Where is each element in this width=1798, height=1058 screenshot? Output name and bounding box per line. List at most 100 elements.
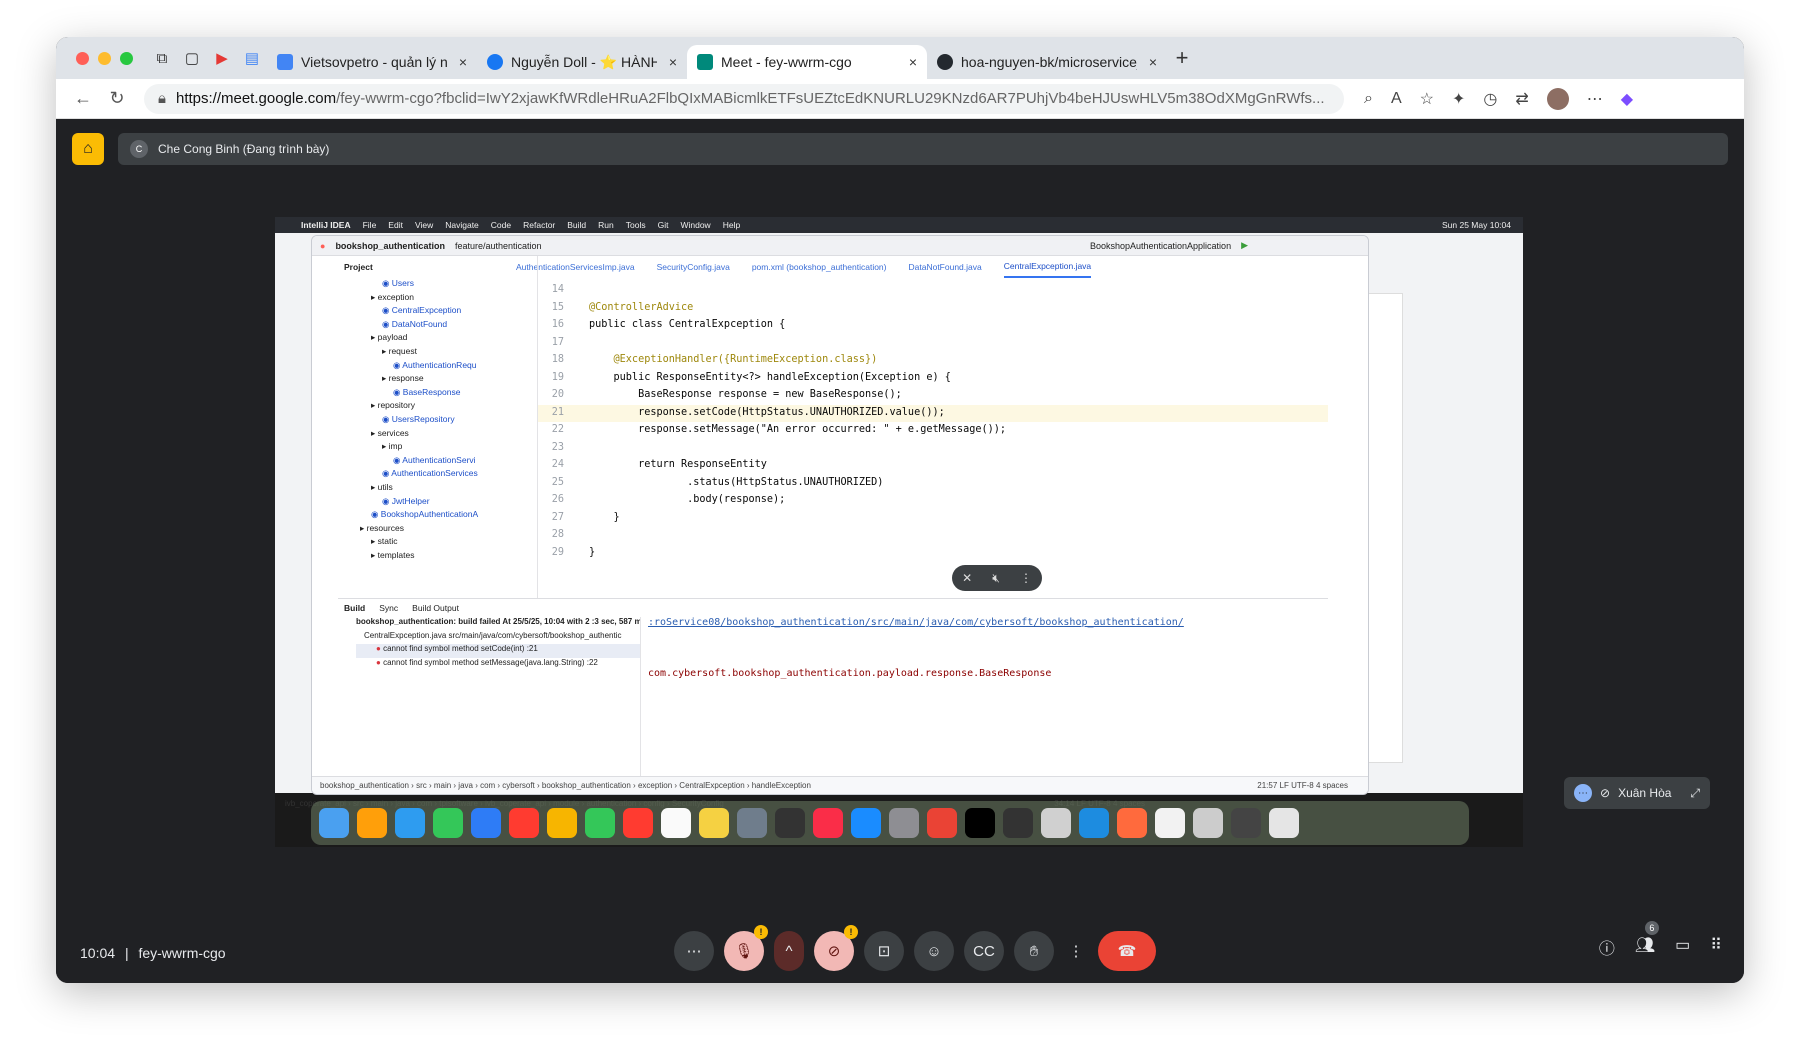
browser-window: ⧉ ▢ ▶ ▤ Vietsovpetro - quản lý nhân sự ×…: [56, 37, 1744, 983]
camera-button[interactable]: ⊘!: [814, 925, 858, 971]
meeting-code: fey-wwrm-cgo: [138, 945, 226, 961]
dock-app-icon: [1231, 808, 1261, 838]
history-icon[interactable]: ◷: [1483, 89, 1497, 109]
menu-icon[interactable]: ⋯: [1587, 89, 1603, 109]
project-pane-title: Project: [344, 262, 373, 272]
minimize-window-button[interactable]: [98, 51, 111, 65]
present-button[interactable]: ⊡: [864, 931, 904, 971]
code-line: BaseResponse response = new BaseResponse…: [589, 389, 902, 400]
tree-item: ◉ BookshopAuthenticationA: [371, 509, 479, 520]
code-line: }: [589, 546, 596, 558]
menu-build: Build: [567, 220, 587, 230]
leave-call-button[interactable]: ☎: [1098, 931, 1156, 971]
line-number: 25: [551, 476, 564, 488]
dock-app-icon: [699, 808, 729, 838]
more-dots-icon[interactable]: ⋯: [1574, 784, 1592, 802]
line-number: 23: [551, 441, 564, 453]
people-icon[interactable]: 👥︎ 6: [1635, 921, 1659, 959]
extensions-icon[interactable]: ✦: [1452, 89, 1465, 109]
info-icon[interactable]: ⓘ: [1599, 935, 1615, 959]
site-info-icon[interactable]: 🔒︎: [158, 90, 166, 107]
presenter-name: Che Cong Binh (Đang trình bày): [158, 142, 330, 156]
url-host: https://meet.google.com: [175, 90, 337, 107]
line-number: 16: [551, 319, 564, 330]
workspaces-icon[interactable]: ⧉: [147, 43, 177, 73]
more-options-button[interactable]: ⋯: [674, 931, 714, 971]
refresh-icon[interactable]: ↻: [100, 88, 134, 109]
captions-button[interactable]: CC: [964, 931, 1004, 971]
close-tab-icon[interactable]: ×: [1149, 54, 1157, 70]
zoom-icon[interactable]: ⌕: [1364, 90, 1373, 108]
more-actions-button[interactable]: ⋮: [1064, 931, 1088, 971]
line-number: 26: [551, 494, 564, 505]
call-controls: ⋯ 🎙︎! ^ ⊘! ⊡ ☺ CC ✋︎ ⋮ ☎: [674, 925, 1156, 971]
error-icon: ●: [376, 644, 384, 653]
new-tab-button[interactable]: +: [1167, 43, 1197, 73]
dock-app-icon: [319, 808, 349, 838]
code-line: }: [589, 511, 620, 523]
tab-title: hoa-nguyen-bk/microservice_0: [961, 54, 1137, 70]
profile-avatar[interactable]: [1546, 87, 1569, 110]
tab-actions-icon[interactable]: ▢: [177, 43, 207, 73]
url-field[interactable]: 🔒︎ https://meet.google.com/fey-wwrm-cgo?…: [144, 83, 1344, 114]
camera-off-icon: ⊘: [1600, 786, 1611, 800]
ide-close-icon: ●: [320, 240, 326, 251]
editor-tab: SecurityConfig.java: [656, 262, 730, 272]
tab-title: Meet - fey-wwrm-cgo: [721, 54, 852, 70]
emoji-button[interactable]: ☺: [914, 931, 954, 971]
tree-item: ◉ CentralExpception: [382, 305, 462, 316]
microphone-button[interactable]: 🎙︎!: [724, 925, 768, 971]
build-file: CentralExpception.java src/main/java/com…: [364, 630, 622, 640]
docs-tab-icon[interactable]: ▤: [237, 43, 267, 73]
meeting-home-icon[interactable]: ⌂: [72, 133, 104, 165]
mic-options-button[interactable]: ^: [774, 931, 804, 971]
tree-item: ▸ repository: [371, 400, 415, 411]
output-path: :roService08/bookshop_authentication/src…: [648, 617, 1184, 628]
docs-favicon: [277, 54, 293, 70]
ide-project-name: bookshop_authentication: [335, 240, 445, 251]
expand-icon[interactable]: ⤢: [1690, 786, 1700, 801]
tab-github[interactable]: hoa-nguyen-bk/microservice_0 ×: [927, 45, 1167, 79]
chat-icon[interactable]: ▭: [1675, 935, 1690, 959]
maximize-window-button[interactable]: [120, 51, 133, 65]
tab-meet[interactable]: Meet - fey-wwrm-cgo ×: [687, 45, 927, 79]
ide-statusbar: bookshop_authentication › src › main › j…: [312, 776, 1368, 794]
meeting-info: 10:04 | fey-wwrm-cgo: [80, 945, 226, 961]
activities-icon[interactable]: ⠿: [1710, 935, 1722, 959]
meeting-time: 10:04: [80, 945, 116, 961]
close-tab-icon[interactable]: ×: [459, 54, 467, 70]
share-icon[interactable]: ⇄: [1515, 89, 1528, 109]
close-tab-icon[interactable]: ×: [669, 54, 677, 70]
dock-app-icon: [851, 808, 881, 838]
build-error: cannot find symbol method setCode(int) :…: [383, 644, 538, 653]
read-aloud-icon[interactable]: A: [1391, 90, 1402, 108]
line-number: 18: [551, 354, 564, 365]
line-number: 29: [551, 546, 564, 558]
output-class: com.cybersoft.bookshop_authentication.pa…: [648, 668, 1052, 679]
ide-titlebar: ● bookshop_authentication feature/authen…: [312, 236, 1368, 256]
favorite-icon[interactable]: ☆: [1420, 89, 1434, 109]
dock-app-icon: [585, 808, 615, 838]
close-tab-icon[interactable]: ×: [909, 54, 917, 70]
build-pane: Build Sync Build Output bookshop_authent…: [338, 598, 1328, 778]
raise-hand-button[interactable]: ✋︎: [1014, 931, 1054, 971]
copilot-icon[interactable]: ◆: [1621, 89, 1633, 109]
line-number: 21: [551, 406, 564, 418]
close-window-button[interactable]: [76, 51, 89, 65]
mac-dock: [311, 801, 1469, 845]
presenter-avatar: C: [130, 140, 148, 158]
tree-item: ◉ AuthenticationRequ: [393, 359, 477, 370]
tree-item: ◉ UsersRepository: [382, 413, 455, 424]
dock-app-icon: [1117, 808, 1147, 838]
ide-run-config: BookshopAuthenticationApplication: [1089, 240, 1232, 251]
url-path: /fey-wwrm-cgo?fbclid=IwY2xjawKfWRdleHRuA…: [336, 90, 1325, 107]
dock-app-icon: [889, 808, 919, 838]
tab-vietsovpetro[interactable]: Vietsovpetro - quản lý nhân sự ×: [267, 45, 477, 79]
back-icon[interactable]: ←: [66, 88, 100, 109]
tab-facebook[interactable]: Nguyễn Doll - ⭐ HÀNH TRÌNH ×: [477, 45, 687, 79]
dock-app-icon: [357, 808, 387, 838]
participants-badge: 6: [1644, 921, 1659, 935]
self-view-tile[interactable]: ⋯ ⊘ Xuân Hòa ⤢: [1564, 777, 1710, 809]
youtube-tab-icon[interactable]: ▶: [207, 43, 237, 73]
ide-breadcrumb: bookshop_authentication › src › main › j…: [320, 781, 811, 790]
